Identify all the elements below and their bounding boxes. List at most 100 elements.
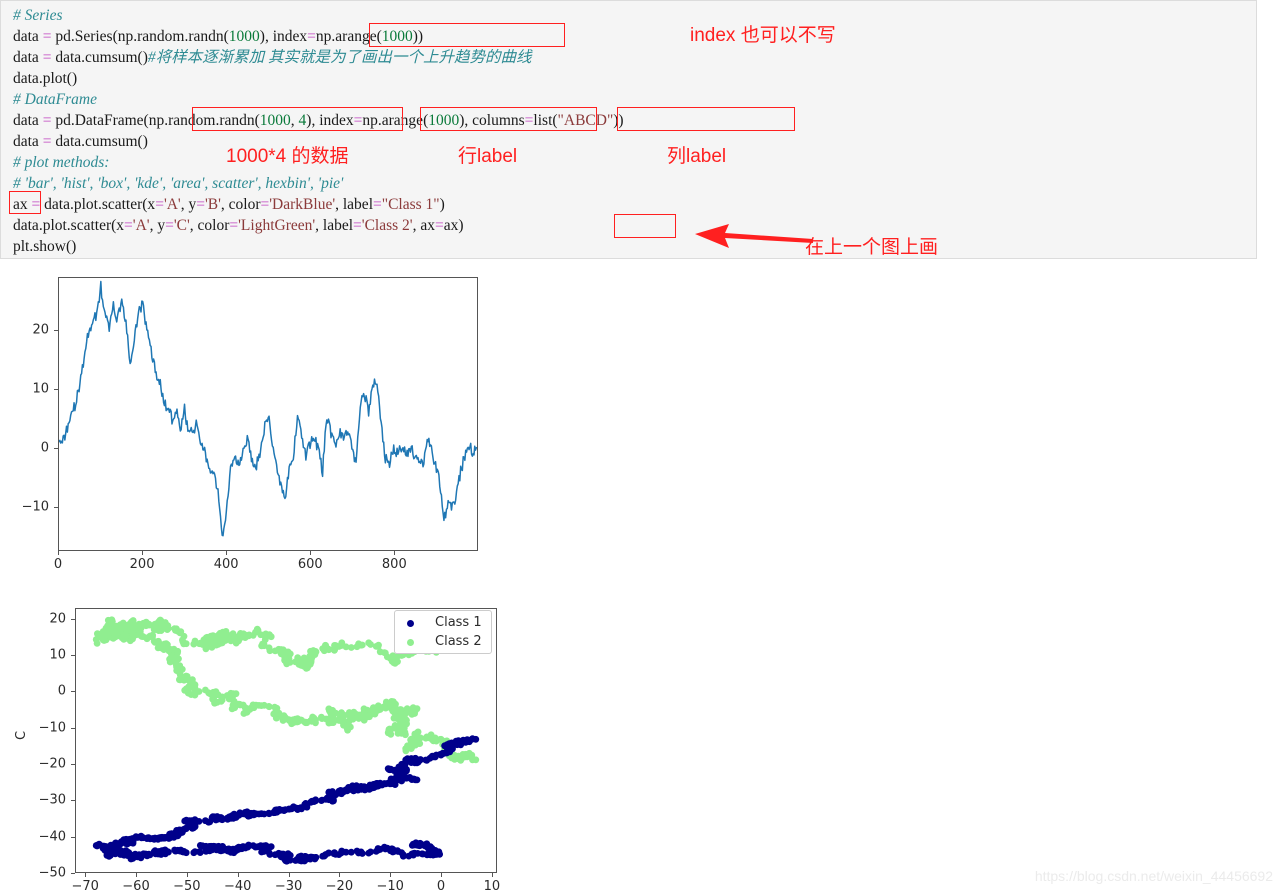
watermark: https://blog.csdn.net/weixin_44456692 bbox=[1034, 868, 1273, 884]
line-chart: 0 200 400 600 800 −10 0 10 20 bbox=[0, 265, 520, 585]
code-token: , y bbox=[149, 217, 166, 234]
code-line: data = pd.DataFrame(np.random.randn(1000… bbox=[13, 110, 624, 131]
legend-item-class-1: Class 1 bbox=[401, 613, 489, 633]
code-token: = bbox=[353, 217, 362, 234]
x-tick-mark bbox=[310, 551, 312, 555]
y-tick-label: 0 bbox=[40, 440, 49, 456]
code-token: = bbox=[196, 196, 205, 213]
code-token: 1000 bbox=[428, 112, 460, 129]
code-token: data bbox=[13, 28, 43, 45]
code-token: ) bbox=[439, 196, 445, 213]
x-tick-mark bbox=[441, 873, 443, 877]
code-token: , color bbox=[189, 217, 230, 234]
code-token: , y bbox=[180, 196, 197, 213]
code-token: = bbox=[260, 196, 270, 213]
y-tick-label: 10 bbox=[49, 647, 66, 663]
y-tick-mark bbox=[71, 655, 75, 657]
code-token: np.arange( bbox=[315, 28, 382, 45]
code-token: , bbox=[290, 112, 299, 129]
x-tick-mark bbox=[390, 873, 392, 877]
code-line: data = data.cumsum()#将样本逐渐累加 其实就是为了画出一个上… bbox=[13, 47, 624, 68]
code-token: data bbox=[13, 133, 43, 150]
code-token: "Class 1" bbox=[381, 196, 440, 213]
code-line: data = pd.Series(np.random.randn(1000), … bbox=[13, 26, 624, 47]
code-token: 'A' bbox=[163, 196, 181, 213]
y-tick-label: −30 bbox=[38, 792, 66, 808]
code-line: data.plot() bbox=[13, 68, 624, 89]
x-tick-label: 0 bbox=[53, 557, 63, 572]
annotation-index-note: index 也可以不写 bbox=[690, 25, 836, 46]
x-tick-label: −40 bbox=[223, 879, 252, 894]
y-tick-label: −10 bbox=[38, 720, 66, 736]
code-line: data.plot.scatter(x='A', y='C', color='L… bbox=[13, 215, 624, 236]
code-token: = bbox=[31, 196, 41, 213]
annotation-ax-note: 在上一个图上画 bbox=[805, 237, 939, 258]
code-token: = bbox=[124, 217, 133, 234]
code-block: # Series data = pd.Series(np.random.randn… bbox=[0, 0, 1257, 259]
code-line: # 'bar', 'hist', 'box', 'kde', 'area', s… bbox=[13, 173, 624, 194]
x-tick-mark bbox=[226, 551, 228, 555]
x-tick-mark bbox=[394, 551, 396, 555]
code-token: data bbox=[13, 112, 43, 129]
code-listing: # Series data = pd.Series(np.random.randn… bbox=[13, 5, 624, 257]
x-tick-label: −70 bbox=[71, 879, 99, 894]
legend-label-class-1: Class 1 bbox=[435, 615, 482, 630]
x-tick-mark bbox=[288, 873, 290, 877]
code-token: ), columns bbox=[459, 112, 525, 129]
y-tick-label: −40 bbox=[38, 829, 66, 845]
code-token: , ax bbox=[412, 217, 435, 234]
legend-dot-class-1 bbox=[407, 620, 414, 627]
line-chart-series bbox=[59, 280, 477, 537]
x-tick-label: −30 bbox=[274, 879, 303, 894]
code-token: ), index bbox=[259, 28, 308, 45]
y-tick-label: 10 bbox=[32, 381, 49, 397]
code-token: , label bbox=[335, 196, 373, 213]
code-token: data.cumsum() bbox=[51, 133, 148, 150]
y-tick-mark bbox=[71, 800, 75, 802]
y-tick-mark bbox=[54, 447, 58, 449]
code-token: )) bbox=[412, 28, 424, 45]
code-token: = bbox=[434, 217, 444, 234]
code-token: 1000 bbox=[228, 28, 260, 45]
code-token: # Series bbox=[13, 7, 63, 24]
code-token: np.arange( bbox=[362, 112, 429, 129]
code-line: ax = data.plot.scatter(x='A', y='B', col… bbox=[13, 194, 624, 215]
x-tick-label: −50 bbox=[173, 879, 201, 894]
code-token: 'C' bbox=[173, 217, 190, 234]
y-tick-mark bbox=[71, 764, 75, 766]
code-token: ), index bbox=[306, 112, 354, 129]
x-tick-mark bbox=[58, 551, 59, 555]
code-token: = bbox=[307, 28, 316, 45]
y-tick-mark bbox=[71, 618, 75, 620]
code-token: data.plot.scatter(x bbox=[40, 196, 156, 213]
code-token: data.plot.scatter(x bbox=[13, 217, 125, 234]
code-token: 'DarkBlue' bbox=[269, 196, 336, 213]
x-tick-mark bbox=[339, 873, 341, 877]
red-arrow-icon bbox=[695, 218, 815, 252]
x-tick-mark bbox=[136, 873, 137, 877]
code-token: , label bbox=[315, 217, 354, 234]
y-tick-label: 20 bbox=[32, 322, 49, 338]
x-tick-label: −60 bbox=[122, 879, 150, 894]
code-token: 'LightGreen' bbox=[238, 217, 316, 234]
code-token: "ABCD" bbox=[557, 112, 614, 129]
legend-item-class-2: Class 2 bbox=[401, 632, 489, 652]
y-tick-label: −50 bbox=[38, 865, 66, 881]
x-tick-label: 400 bbox=[213, 557, 239, 572]
x-tick-label: 600 bbox=[297, 557, 323, 572]
scatter-chart-ylabel: C bbox=[14, 730, 29, 740]
code-token: list( bbox=[533, 112, 558, 129]
code-token: 1000 bbox=[259, 112, 291, 129]
x-tick-mark bbox=[85, 873, 87, 877]
y-tick-label: 20 bbox=[49, 611, 66, 627]
y-tick-mark bbox=[71, 873, 75, 874]
code-token: plt.show() bbox=[13, 238, 77, 255]
code-token: #将样本逐渐累加 其实就是为了画出一个上升趋势的曲线 bbox=[147, 49, 532, 66]
code-token: # 'bar', 'hist', 'box', 'kde', 'area', s… bbox=[13, 175, 344, 192]
code-token: = bbox=[229, 217, 239, 234]
y-tick-mark bbox=[71, 691, 75, 693]
code-token: = bbox=[373, 196, 382, 213]
code-token: 'A' bbox=[132, 217, 150, 234]
code-token: 'Class 2' bbox=[361, 217, 413, 234]
code-token: ax) bbox=[443, 217, 464, 234]
